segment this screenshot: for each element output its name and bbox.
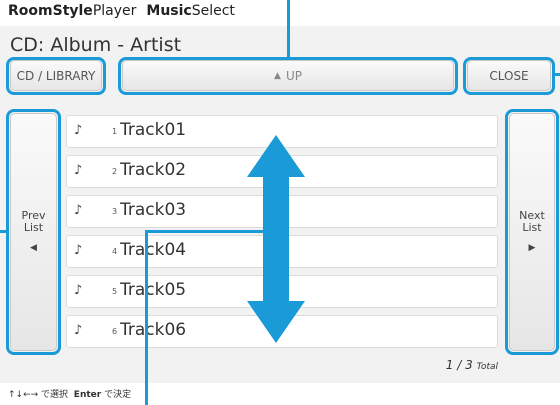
page-total: 3 — [465, 358, 473, 372]
cd-library-button[interactable]: CD / LIBRARY — [10, 60, 102, 91]
close-button[interactable]: CLOSE — [467, 60, 551, 91]
brand-bold: RoomStyle — [8, 3, 93, 19]
up-arrow-icon: ▲ — [274, 70, 281, 81]
track-number: 1 — [112, 127, 118, 136]
music-note-icon: ♪ — [74, 163, 83, 178]
track-number: 3 — [112, 207, 118, 216]
track-number: 4 — [112, 247, 118, 256]
page-title: CD: Album - Artist — [10, 34, 182, 56]
next-list-label-2: List — [522, 221, 542, 234]
callout-line-top — [287, 0, 290, 59]
music-note-icon: ♪ — [74, 203, 83, 218]
brand-rest: Player — [92, 3, 137, 19]
music-note-icon: ♪ — [74, 283, 83, 298]
prev-list-button[interactable]: Prev List ◀ — [10, 113, 57, 351]
page-current: 1 — [445, 358, 454, 372]
select-hint: で選択 — [41, 390, 69, 400]
track-number: 6 — [112, 327, 118, 336]
cd-library-label: CD / LIBRARY — [16, 68, 96, 83]
prev-list-label-2: List — [23, 221, 44, 234]
track-name: Track05 — [120, 280, 187, 300]
arrow-keys-hint: ↑↓←→ — [8, 390, 39, 400]
up-button[interactable]: ▲ UP — [122, 60, 454, 91]
track-name: Track06 — [120, 320, 187, 340]
prev-arrow-icon: ◀ — [30, 243, 37, 253]
music-note-icon: ♪ — [74, 243, 83, 258]
music-note-icon: ♪ — [74, 123, 83, 138]
callout-line-right — [555, 73, 560, 76]
music-note-icon: ♪ — [74, 323, 83, 338]
track-name: Track03 — [120, 200, 187, 220]
track-name: Track01 — [120, 120, 187, 140]
next-arrow-icon: ▶ — [528, 243, 536, 253]
track-number: 2 — [112, 167, 118, 176]
enter-key-hint: Enter — [73, 390, 102, 400]
callout-line-bottom-v — [145, 230, 148, 405]
page-indicator: 1 / 3 Total — [446, 358, 498, 372]
section-rest: Select — [191, 3, 235, 19]
close-label: CLOSE — [489, 68, 529, 83]
track-name: Track04 — [120, 240, 187, 260]
track-number: 5 — [112, 287, 118, 296]
track-name: Track02 — [120, 160, 187, 180]
help-text: ↑↓←→ で選択 Enter で決定 — [8, 387, 131, 400]
next-list-button[interactable]: Next List ▶ — [509, 113, 555, 351]
decide-hint: で決定 — [104, 390, 132, 400]
page-total-label: Total — [476, 362, 498, 372]
up-label: UP — [285, 68, 302, 83]
callout-line-left — [0, 230, 6, 233]
app-title: RoomStylePlayer MusicSelect — [8, 3, 235, 19]
section-bold: Music — [146, 3, 192, 19]
scroll-double-arrow-icon — [247, 135, 305, 343]
page-separator: / — [457, 358, 462, 372]
